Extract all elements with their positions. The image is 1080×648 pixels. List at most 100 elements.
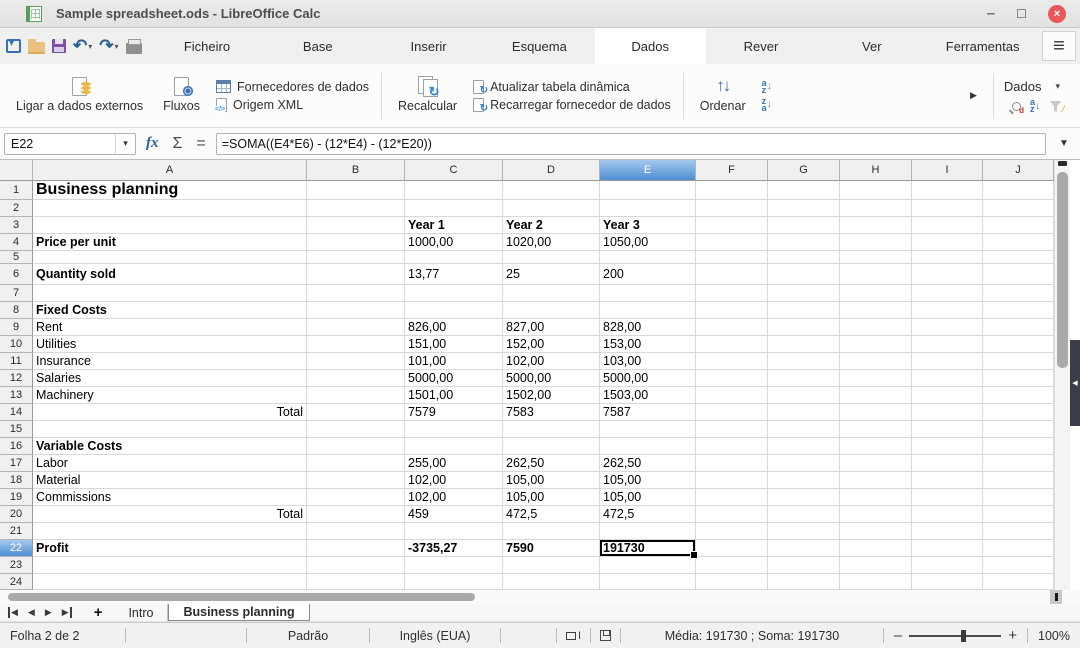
row-header-22[interactable]: 22 (0, 540, 33, 557)
reload-provider-button[interactable]: ↻ Recarregar fornecedor de dados (473, 97, 671, 113)
cell-C6[interactable]: 13,77 (405, 264, 503, 285)
cell-H24[interactable] (840, 574, 912, 590)
row-header-5[interactable]: 5 (0, 251, 33, 264)
column-header-H[interactable]: H (840, 160, 912, 181)
row-header-18[interactable]: 18 (0, 472, 33, 489)
cell-I11[interactable] (912, 353, 983, 370)
cell-C22[interactable]: -3735,27 (405, 540, 503, 557)
cell-B19[interactable] (307, 489, 405, 506)
cell-E18[interactable]: 105,00 (600, 472, 696, 489)
column-header-B[interactable]: B (307, 160, 405, 181)
cell-B6[interactable] (307, 264, 405, 285)
cell-H2[interactable] (840, 200, 912, 217)
cell-G15[interactable] (768, 421, 840, 438)
cell-C11[interactable]: 101,00 (405, 353, 503, 370)
row-header-4[interactable]: 4 (0, 234, 33, 251)
cell-F3[interactable] (696, 217, 768, 234)
cell-D23[interactable] (503, 557, 600, 574)
cell-C4[interactable]: 1000,00 (405, 234, 503, 251)
cell-C12[interactable]: 5000,00 (405, 370, 503, 387)
cell-F18[interactable] (696, 472, 768, 489)
cell-J12[interactable] (983, 370, 1054, 387)
cell-B15[interactable] (307, 421, 405, 438)
cell-E5[interactable] (600, 251, 696, 264)
cell-C3[interactable]: Year 1 (405, 217, 503, 234)
row-header-8[interactable]: 8 (0, 302, 33, 319)
cell-C5[interactable] (405, 251, 503, 264)
column-header-F[interactable]: F (696, 160, 768, 181)
zoom-in-button[interactable]: + (1008, 627, 1017, 644)
cell-D16[interactable] (503, 438, 600, 455)
zoom-slider-thumb[interactable] (961, 629, 967, 642)
streams-button[interactable]: Fluxos (153, 73, 210, 119)
cell-F24[interactable] (696, 574, 768, 590)
cell-G2[interactable] (768, 200, 840, 217)
insert-mode-indicator[interactable]: I (557, 630, 590, 642)
cell-J24[interactable] (983, 574, 1054, 590)
autofilter-icon[interactable] (1049, 100, 1062, 112)
refresh-pivot-button[interactable]: ↻ Atualizar tabela dinâmica (473, 79, 671, 95)
vertical-split-handle[interactable] (1058, 161, 1067, 166)
cell-D18[interactable]: 105,00 (503, 472, 600, 489)
name-box[interactable]: E22 ▾ (4, 132, 136, 155)
sheet-tab-intro[interactable]: Intro (114, 604, 169, 621)
cell-B18[interactable] (307, 472, 405, 489)
cell-D20[interactable]: 472,5 (503, 506, 600, 523)
expand-formula-bar-icon[interactable]: ▼ (1052, 138, 1076, 149)
row-header-7[interactable]: 7 (0, 285, 33, 302)
cell-B14[interactable] (307, 404, 405, 421)
cell-J3[interactable] (983, 217, 1054, 234)
page-style[interactable]: Padrão (247, 629, 369, 643)
cell-G3[interactable] (768, 217, 840, 234)
cell-D15[interactable] (503, 421, 600, 438)
cell-J20[interactable] (983, 506, 1054, 523)
horizontal-split-handle[interactable] (1050, 590, 1062, 604)
cell-F20[interactable] (696, 506, 768, 523)
sort-small-button[interactable]: az ↓ (1030, 98, 1041, 114)
column-header-E[interactable]: E (600, 160, 696, 181)
cell-I12[interactable] (912, 370, 983, 387)
cell-I6[interactable] (912, 264, 983, 285)
row-header-19[interactable]: 19 (0, 489, 33, 506)
undo-dropdown-icon[interactable]: ▾ (88, 42, 92, 51)
formula-input[interactable]: =SOMA((E4*E6) - (12*E4) - (12*E20)) (215, 132, 1046, 155)
cell-G7[interactable] (768, 285, 840, 302)
cell-G23[interactable] (768, 557, 840, 574)
cell-J10[interactable] (983, 336, 1054, 353)
cell-A9[interactable]: Rent (33, 319, 307, 336)
row-header-12[interactable]: 12 (0, 370, 33, 387)
cell-G1[interactable] (768, 181, 840, 200)
first-sheet-button[interactable]: ◀ (8, 607, 18, 618)
cell-G12[interactable] (768, 370, 840, 387)
cell-F13[interactable] (696, 387, 768, 404)
cell-J6[interactable] (983, 264, 1054, 285)
cell-A3[interactable] (33, 217, 307, 234)
selection-statistics[interactable]: Média: 191730 ; Soma: 191730 (621, 629, 883, 643)
tab-rever[interactable]: Rever (706, 28, 817, 64)
cell-H5[interactable] (840, 251, 912, 264)
cell-H11[interactable] (840, 353, 912, 370)
row-header-1[interactable]: 1 (0, 181, 33, 200)
cell-J13[interactable] (983, 387, 1054, 404)
cell-J16[interactable] (983, 438, 1054, 455)
cell-B23[interactable] (307, 557, 405, 574)
cell-D17[interactable]: 262,50 (503, 455, 600, 472)
cell-F14[interactable] (696, 404, 768, 421)
cell-A4[interactable]: Price per unit (33, 234, 307, 251)
cell-F10[interactable] (696, 336, 768, 353)
cell-F4[interactable] (696, 234, 768, 251)
cell-B3[interactable] (307, 217, 405, 234)
column-header-C[interactable]: C (405, 160, 503, 181)
row-header-6[interactable]: 6 (0, 264, 33, 285)
cell-I14[interactable] (912, 404, 983, 421)
cell-A19[interactable]: Commissions (33, 489, 307, 506)
cell-G11[interactable] (768, 353, 840, 370)
cell-B2[interactable] (307, 200, 405, 217)
link-external-data-button[interactable]: Ligar a dados externos (6, 73, 153, 119)
cell-F12[interactable] (696, 370, 768, 387)
cell-H10[interactable] (840, 336, 912, 353)
cell-C17[interactable]: 255,00 (405, 455, 503, 472)
xml-source-button[interactable]: Origem XML (215, 97, 369, 113)
cell-D3[interactable]: Year 2 (503, 217, 600, 234)
cell-H6[interactable] (840, 264, 912, 285)
